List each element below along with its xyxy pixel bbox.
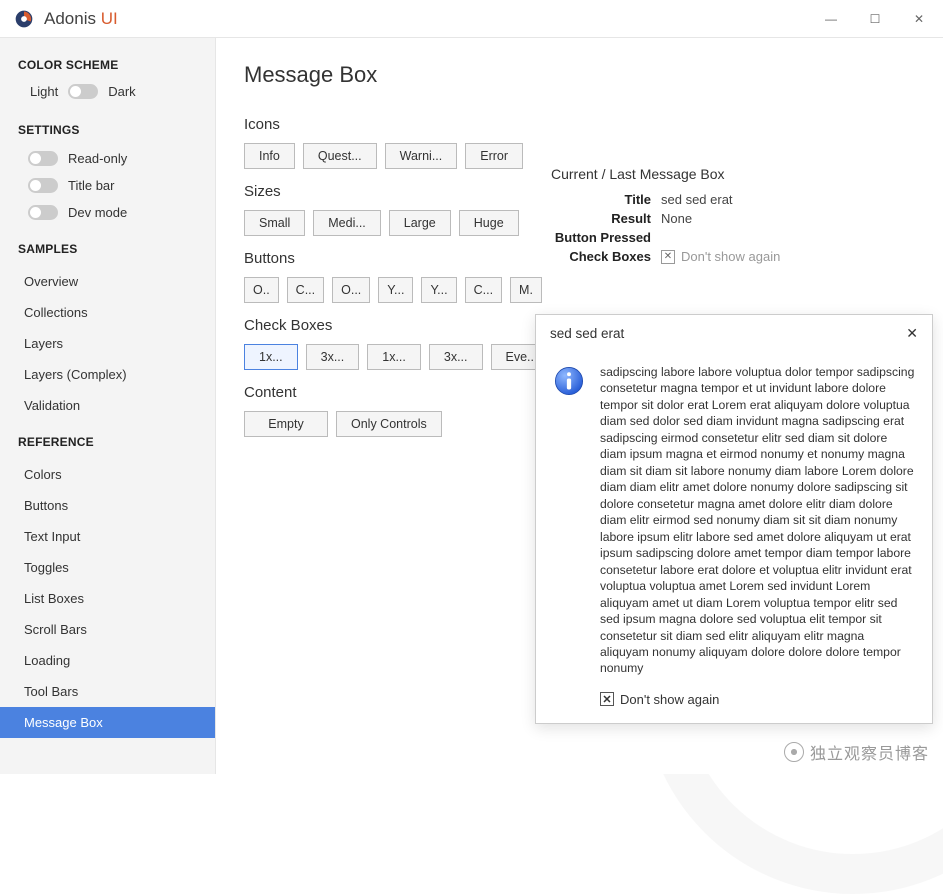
- sidebar-item-text-input[interactable]: Text Input: [0, 521, 215, 552]
- color-scheme-switch[interactable]: Light Dark: [0, 82, 215, 109]
- maximize-button[interactable]: ☐: [853, 4, 897, 34]
- popup-checkbox[interactable]: ✕ Don't show again: [600, 692, 719, 707]
- sidebar-item-loading[interactable]: Loading: [0, 645, 215, 676]
- icon-btn-question[interactable]: Quest...: [303, 143, 377, 169]
- info-icon: [552, 364, 586, 398]
- info-value-title: sed sed erat: [661, 192, 733, 207]
- icon-btn-error[interactable]: Error: [465, 143, 523, 169]
- sidebar-heading-settings: SETTINGS: [0, 119, 215, 147]
- sidebar: COLOR SCHEME Light Dark SETTINGS Read-on…: [0, 38, 216, 774]
- info-panel: Current / Last Message Box Title sed sed…: [535, 158, 933, 282]
- info-heading: Current / Last Message Box: [551, 166, 917, 182]
- watermark: 独立观察员博客: [784, 740, 929, 764]
- popup-header: sed sed erat ✕: [536, 315, 932, 352]
- setting-read-only[interactable]: Read-only: [0, 147, 215, 174]
- sidebar-item-scroll-bars[interactable]: Scroll Bars: [0, 614, 215, 645]
- size-btn-large[interactable]: Large: [389, 210, 451, 236]
- popup-checkbox-label: Don't show again: [620, 692, 719, 707]
- dark-label: Dark: [108, 84, 135, 99]
- popup-title: sed sed erat: [550, 326, 624, 341]
- light-label: Light: [30, 84, 58, 99]
- app-logo-icon: [14, 9, 34, 29]
- checkbox-btn-2[interactable]: 1x...: [367, 344, 421, 370]
- setting-label: Dev mode: [68, 205, 127, 220]
- sidebar-heading-reference: REFERENCE: [0, 431, 215, 459]
- info-label-check: Check Boxes: [551, 249, 661, 264]
- sidebar-item-overview[interactable]: Overview: [0, 266, 215, 297]
- buttons-btn-2[interactable]: O...: [332, 277, 370, 303]
- size-btn-medium[interactable]: Medi...: [313, 210, 381, 236]
- sidebar-item-layers[interactable]: Layers: [0, 328, 215, 359]
- info-value-result: None: [661, 211, 692, 226]
- sidebar-item-buttons[interactable]: Buttons: [0, 490, 215, 521]
- sidebar-item-toggles[interactable]: Toggles: [0, 552, 215, 583]
- wechat-icon: [784, 742, 804, 762]
- buttons-btn-4[interactable]: Y...: [421, 277, 456, 303]
- buttons-btn-3[interactable]: Y...: [378, 277, 413, 303]
- minimize-button[interactable]: —: [809, 4, 853, 34]
- info-label-title: Title: [551, 192, 661, 207]
- checkbox-btn-3[interactable]: 3x...: [429, 344, 483, 370]
- info-value-check: ✕ Don't show again: [661, 249, 780, 264]
- sidebar-item-validation[interactable]: Validation: [0, 390, 215, 421]
- sidebar-item-collections[interactable]: Collections: [0, 297, 215, 328]
- content-btn-only-controls[interactable]: Only Controls: [336, 411, 442, 437]
- sidebar-heading-samples: SAMPLES: [0, 238, 215, 266]
- sidebar-item-colors[interactable]: Colors: [0, 459, 215, 490]
- checkbox-icon: ✕: [661, 250, 675, 264]
- buttons-btn-5[interactable]: C...: [465, 277, 502, 303]
- page-title: Message Box: [244, 62, 915, 88]
- setting-dev-mode[interactable]: Dev mode: [0, 201, 215, 228]
- section-icons: Icons: [244, 116, 915, 133]
- sidebar-item-list-boxes[interactable]: List Boxes: [0, 583, 215, 614]
- icon-btn-warning[interactable]: Warni...: [385, 143, 458, 169]
- theme-toggle[interactable]: [68, 84, 98, 99]
- toggle-read-only[interactable]: [28, 151, 58, 166]
- info-label-result: Result: [551, 211, 661, 226]
- sidebar-item-layers-complex[interactable]: Layers (Complex): [0, 359, 215, 390]
- checkbox-btn-0[interactable]: 1x...: [244, 344, 298, 370]
- window-controls: — ☐ ✕: [809, 4, 941, 34]
- buttons-btn-0[interactable]: O..: [244, 277, 279, 303]
- close-button[interactable]: ✕: [897, 4, 941, 34]
- content-area: Message Box Icons Info Quest... Warni...…: [216, 38, 943, 774]
- sidebar-item-tool-bars[interactable]: Tool Bars: [0, 676, 215, 707]
- content-btn-empty[interactable]: Empty: [244, 411, 328, 437]
- icon-btn-info[interactable]: Info: [244, 143, 295, 169]
- checkbox-btn-1[interactable]: 3x...: [306, 344, 360, 370]
- sidebar-item-message-box[interactable]: Message Box: [0, 707, 215, 738]
- buttons-btn-1[interactable]: C...: [287, 277, 324, 303]
- size-btn-huge[interactable]: Huge: [459, 210, 519, 236]
- popup-body-text: sadipscing labore labore voluptua dolor …: [600, 364, 916, 677]
- popup-close-button[interactable]: ✕: [906, 325, 918, 342]
- setting-label: Title bar: [68, 178, 114, 193]
- setting-title-bar[interactable]: Title bar: [0, 174, 215, 201]
- toggle-title-bar[interactable]: [28, 178, 58, 193]
- sidebar-heading-color-scheme: COLOR SCHEME: [0, 54, 215, 82]
- titlebar: Adonis UI — ☐ ✕: [0, 0, 943, 38]
- setting-label: Read-only: [68, 151, 127, 166]
- info-label-button: Button Pressed: [551, 230, 661, 245]
- size-btn-small[interactable]: Small: [244, 210, 305, 236]
- app-title: Adonis UI: [44, 9, 118, 29]
- message-box-popup: sed sed erat ✕ sadipscing labore labore …: [535, 314, 933, 724]
- checkbox-icon: ✕: [600, 692, 614, 706]
- toggle-dev-mode[interactable]: [28, 205, 58, 220]
